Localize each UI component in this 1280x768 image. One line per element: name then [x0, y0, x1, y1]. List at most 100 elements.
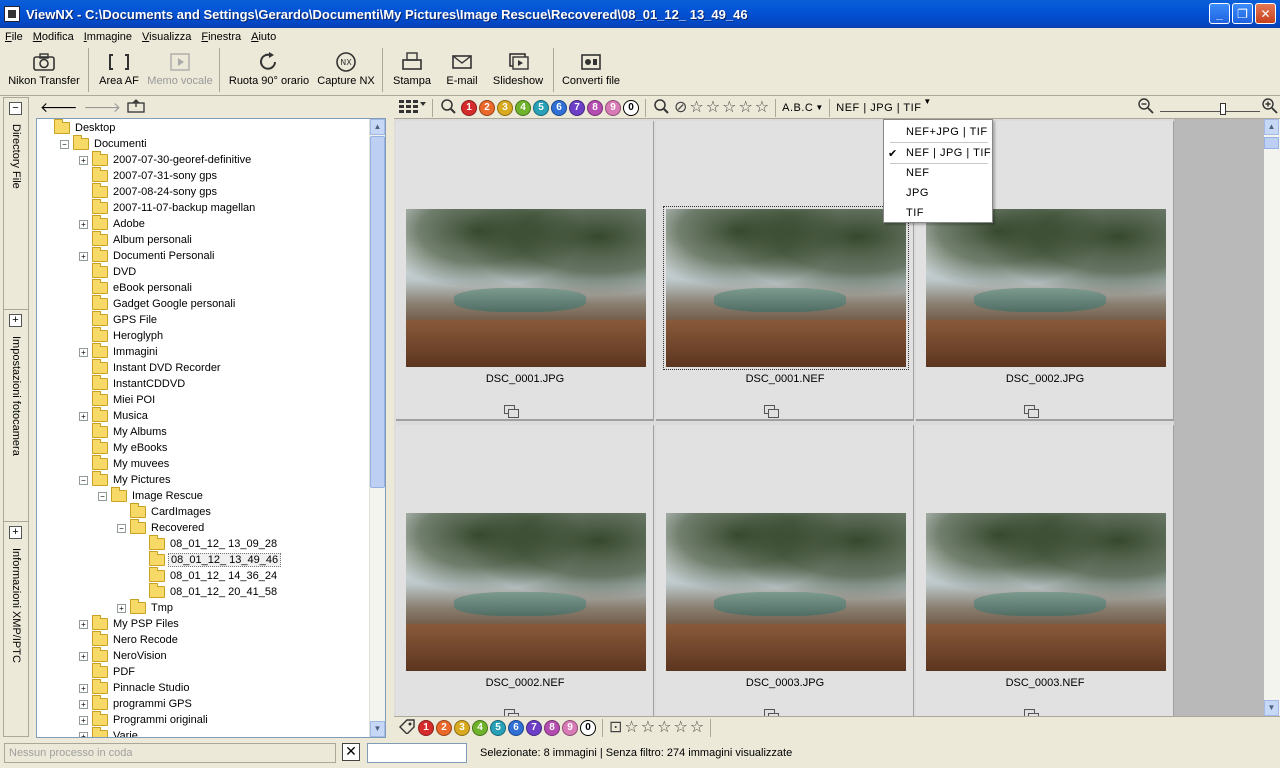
menu-aiuto[interactable]: Aiuto: [248, 31, 279, 43]
label-set-0[interactable]: 0: [580, 719, 596, 736]
tree-item[interactable]: − Documenti: [60, 135, 149, 152]
label-set-1[interactable]: 1: [418, 719, 434, 736]
tree-item[interactable]: + Varie: [79, 727, 140, 737]
tree-item[interactable]: 2007-08-24-sony gps: [79, 183, 219, 200]
expand-icon[interactable]: +: [79, 347, 88, 357]
expand-icon[interactable]: +: [79, 683, 88, 693]
expand-icon[interactable]: +: [79, 155, 88, 165]
label-set-5[interactable]: 5: [490, 719, 506, 736]
label-tag-icon[interactable]: [398, 718, 416, 737]
tree-item[interactable]: Nero Recode: [79, 631, 180, 648]
zoom-in-icon[interactable]: [1262, 98, 1278, 117]
tree-item[interactable]: 08_01_12_ 20_41_58: [136, 583, 279, 600]
expand-icon[interactable]: +: [79, 699, 88, 709]
tree-item[interactable]: + Documenti Personali: [79, 247, 217, 264]
label-filter-9[interactable]: 9: [605, 99, 621, 116]
menu-immagine[interactable]: Immagine: [81, 31, 135, 43]
expand-icon[interactable]: +: [9, 314, 22, 327]
tree-item[interactable]: GPS File: [79, 311, 159, 328]
thumbnail-cell[interactable]: DSC_0001.JPG: [396, 121, 654, 421]
star-5-icon[interactable]: ☆: [755, 99, 769, 116]
scroll-down-icon[interactable]: ▼: [1264, 700, 1279, 716]
tree-item[interactable]: + Programmi originali: [79, 711, 210, 728]
format-option-nef-jpg-tif[interactable]: ✔ NEF | JPG | TIF: [884, 143, 992, 163]
rotate-button[interactable]: Ruota 90° orario: [224, 45, 314, 95]
tree-item[interactable]: Heroglyph: [79, 327, 165, 344]
zoom-slider[interactable]: [1160, 102, 1260, 115]
rating-filter-icon[interactable]: [652, 98, 672, 117]
label-set-2[interactable]: 2: [436, 719, 452, 736]
tree-item[interactable]: + NeroVision: [79, 647, 169, 664]
label-filter-8[interactable]: 8: [587, 99, 603, 116]
tree-item[interactable]: + Pinnacle Studio: [79, 679, 191, 696]
format-option-nef[interactable]: NEF: [884, 163, 992, 183]
tree-item[interactable]: Album personali: [79, 231, 194, 248]
star-4-icon[interactable]: ☆: [738, 99, 752, 116]
tree-item[interactable]: 08_01_12_ 13_09_28: [136, 535, 279, 552]
thumbnail-cell[interactable]: DSC_0003.NEF: [916, 425, 1174, 716]
format-option-jpg[interactable]: JPG: [884, 183, 992, 203]
tree-item[interactable]: PDF: [79, 663, 137, 680]
tree-item[interactable]: InstantCDDVD: [79, 375, 187, 392]
star-3-icon[interactable]: ☆: [722, 99, 736, 116]
forward-arrow-icon[interactable]: 🡒: [84, 99, 122, 116]
tree-item[interactable]: + Tmp: [117, 599, 175, 616]
set-star-5-icon[interactable]: ☆: [690, 719, 704, 736]
tree-item[interactable]: + Immagini: [79, 343, 160, 360]
slideshow-button[interactable]: Slideshow: [487, 45, 549, 95]
thumbnail-cell[interactable]: DSC_0001.NEF: [656, 121, 914, 421]
photo-thumbnail[interactable]: [406, 209, 646, 367]
star-1-icon[interactable]: ☆: [689, 99, 703, 116]
tab-directory-file[interactable]: − Directory File: [4, 98, 28, 308]
label-filter-2[interactable]: 2: [479, 99, 495, 116]
label-filter-1[interactable]: 1: [461, 99, 477, 116]
label-set-9[interactable]: 9: [562, 719, 578, 736]
label-filter-3[interactable]: 3: [497, 99, 513, 116]
photo-thumbnail[interactable]: [926, 513, 1166, 671]
thumbnail-cell[interactable]: DSC_0003.JPG: [656, 425, 914, 716]
label-filter-7[interactable]: 7: [569, 99, 585, 116]
expand-icon[interactable]: +: [79, 651, 88, 661]
scroll-thumb[interactable]: [1264, 137, 1279, 149]
up-folder-icon[interactable]: [127, 98, 145, 116]
photo-thumbnail[interactable]: [406, 513, 646, 671]
tree-item[interactable]: + My PSP Files: [79, 615, 181, 632]
star-2-icon[interactable]: ☆: [706, 99, 720, 116]
expand-icon[interactable]: +: [79, 219, 88, 229]
photo-thumbnail[interactable]: [663, 206, 909, 370]
rating-tag-icon[interactable]: ⊡: [609, 719, 622, 736]
tree-item[interactable]: − Image Rescue: [98, 487, 205, 504]
expand-icon[interactable]: +: [9, 526, 22, 539]
format-filter-button[interactable]: NEF | JPG | TIF: [836, 102, 921, 114]
tree-scrollbar[interactable]: ▲ ▼: [369, 119, 385, 737]
tree-item[interactable]: 2007-07-31-sony gps: [79, 167, 219, 184]
tree-item[interactable]: Miei POI: [79, 391, 157, 408]
chevron-down-icon[interactable]: ▼: [923, 97, 931, 106]
label-set-3[interactable]: 3: [454, 719, 470, 736]
label-set-8[interactable]: 8: [544, 719, 560, 736]
expand-icon[interactable]: +: [79, 715, 88, 725]
tree-item[interactable]: Instant DVD Recorder: [79, 359, 223, 376]
collapse-icon[interactable]: −: [117, 523, 126, 533]
format-option-nef-jpg-combined[interactable]: NEF+JPG | TIF: [884, 122, 992, 142]
minimize-button[interactable]: _: [1209, 3, 1230, 24]
collapse-icon[interactable]: −: [60, 139, 69, 149]
label-filter-4[interactable]: 4: [515, 99, 531, 116]
photo-thumbnail[interactable]: [926, 209, 1166, 367]
scroll-up-icon[interactable]: ▲: [1264, 119, 1279, 135]
email-button[interactable]: E-mail: [437, 45, 487, 95]
scroll-thumb[interactable]: [370, 136, 385, 488]
tree-item[interactable]: My Albums: [79, 423, 169, 440]
tree-item[interactable]: − My Pictures: [79, 471, 172, 488]
back-arrow-icon[interactable]: 🡐: [40, 99, 78, 116]
thumbnail-cell[interactable]: DSC_0002.NEF: [396, 425, 654, 716]
expand-icon[interactable]: +: [79, 251, 88, 261]
tree-item[interactable]: My muvees: [79, 455, 171, 472]
set-star-3-icon[interactable]: ☆: [657, 719, 671, 736]
collapse-icon[interactable]: −: [9, 102, 22, 115]
menu-modifica[interactable]: Modifica: [30, 31, 77, 43]
converti-file-button[interactable]: Converti file: [558, 45, 624, 95]
label-filter-icon[interactable]: [439, 98, 459, 117]
tree-item[interactable]: Desktop: [41, 119, 117, 136]
tree-item[interactable]: CardImages: [117, 503, 213, 520]
